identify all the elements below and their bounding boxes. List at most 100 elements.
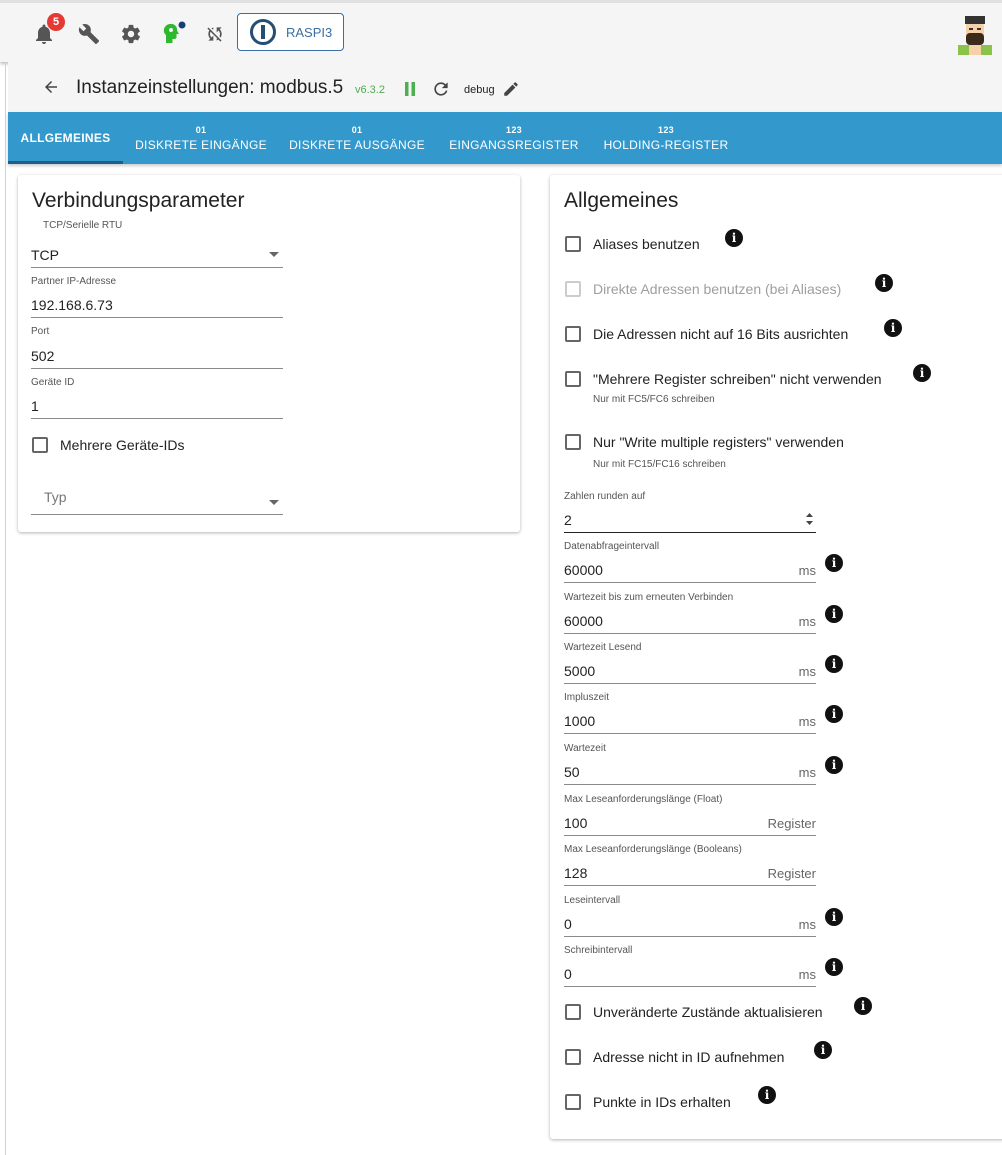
tab-badge: 123	[506, 125, 522, 135]
numeric-setting-field[interactable]: Max Leseanforderungslänge (Float) 100 Regi…	[564, 794, 816, 836]
tab-diskrete-eingaenge[interactable]: 01 DISKRETE EINGÄNGE	[132, 112, 270, 164]
info-icon[interactable]: i	[875, 274, 893, 292]
type-select[interactable]: Typ	[31, 482, 283, 515]
pause-icon[interactable]	[404, 82, 416, 101]
field-label: Geräte ID	[31, 377, 75, 388]
info-icon[interactable]: i	[825, 655, 843, 673]
info-icon[interactable]: i	[825, 554, 843, 572]
field-label: Max Leseanforderungslänge (Booleans)	[564, 844, 742, 855]
tab-allgemeines[interactable]: ALLGEMEINES	[8, 112, 123, 164]
checkbox-box[interactable]	[565, 326, 581, 342]
field-unit: ms	[798, 967, 816, 982]
checkbox-box[interactable]	[565, 1049, 581, 1065]
info-icon[interactable]: i	[814, 1041, 832, 1059]
number-stepper-icon[interactable]	[805, 512, 814, 526]
only-multi-write-checkbox[interactable]: Nur "Write multiple registers" verwenden	[565, 434, 844, 450]
checkbox-box[interactable]	[565, 1004, 581, 1020]
checkbox-label: Aliases benutzen	[593, 236, 700, 252]
tab-holding-register[interactable]: 123 HOLDING-REGISTER	[601, 112, 731, 164]
field-value: 60000	[564, 613, 603, 629]
numeric-setting-field[interactable]: Wartezeit Lesend 5000 ms	[564, 642, 816, 684]
tab-label: EINGANGSREGISTER	[449, 138, 579, 152]
info-icon[interactable]: i	[825, 958, 843, 976]
field-label: Wartezeit bis zum erneuten Verbinden	[564, 592, 734, 603]
field-value: 5000	[564, 663, 596, 679]
info-icon[interactable]: i	[884, 319, 902, 337]
notification-badge: 5	[47, 13, 65, 31]
hint-text: Nur mit FC15/FC16 schreiben	[593, 459, 726, 470]
info-icon[interactable]: i	[825, 605, 843, 623]
info-icon[interactable]: i	[825, 908, 843, 926]
sync-off-icon[interactable]	[202, 21, 228, 47]
field-label: Impluszeit	[564, 692, 610, 703]
numeric-setting-field[interactable]: Wartezeit bis zum erneuten Verbinden 6000…	[564, 592, 816, 634]
avatar[interactable]	[955, 13, 995, 55]
checkbox-label: Direkte Adressen benutzen (bei Aliases)	[593, 281, 842, 297]
info-icon[interactable]: i	[825, 705, 843, 723]
no-address-in-id-checkbox[interactable]: Adresse nicht in ID aufnehmen	[565, 1049, 784, 1065]
checkbox-box[interactable]	[565, 236, 581, 252]
tab-eingangsregister[interactable]: 123 EINGANGSREGISTER	[449, 112, 579, 164]
tab-diskrete-ausgaenge[interactable]: 01 DISKRETE AUSGÄNGE	[288, 112, 426, 164]
checkbox-box[interactable]	[565, 371, 581, 387]
round-field[interactable]: Zahlen runden auf 2	[564, 491, 816, 533]
tab-bar: ALLGEMEINES 01 DISKRETE EINGÄNGE 01 DISK…	[8, 112, 1002, 164]
field-value: 60000	[564, 562, 603, 578]
info-icon[interactable]: i	[913, 364, 931, 382]
reload-icon[interactable]	[431, 79, 451, 104]
info-icon[interactable]: i	[725, 229, 743, 247]
field-label: Schreibintervall	[564, 945, 633, 956]
checkbox-box[interactable]	[565, 1094, 581, 1110]
caret-down-icon	[269, 500, 279, 505]
checkbox-label: Unveränderte Zustände aktualisieren	[593, 1004, 823, 1020]
tab-badge: 123	[658, 125, 674, 135]
update-unchanged-checkbox[interactable]: Unveränderte Zustände aktualisieren	[565, 1004, 823, 1020]
mode-select[interactable]: TCP	[31, 237, 283, 268]
field-unit: Register	[767, 816, 816, 831]
tab-label: DISKRETE AUSGÄNGE	[289, 138, 425, 152]
numeric-setting-field[interactable]: Schreibintervall 0 ms	[564, 945, 816, 987]
info-icon[interactable]: i	[825, 756, 843, 774]
numeric-setting-field[interactable]: Impluszeit 1000 ms	[564, 692, 816, 734]
field-label: Datenabfrageintervall	[564, 541, 660, 552]
gear-icon[interactable]	[118, 21, 144, 47]
general-settings-card: Allgemeines Aliases benutzen i Direkte A…	[550, 175, 1002, 1139]
mode-value: TCP	[31, 247, 59, 263]
tab-label: HOLDING-REGISTER	[603, 138, 729, 152]
field-value: 502	[31, 348, 55, 364]
tab-badge: 01	[195, 125, 207, 135]
port-field[interactable]: Port 502	[31, 326, 283, 369]
checkbox-label: Punkte in IDs erhalten	[593, 1094, 731, 1110]
numeric-setting-field[interactable]: Datenabfrageintervall 60000 ms	[564, 541, 816, 583]
numeric-setting-field[interactable]: Max Leseanforderungslänge (Booleans) 128 R…	[564, 844, 816, 886]
field-label: Partner IP-Adresse	[31, 276, 117, 287]
keep-dots-checkbox[interactable]: Punkte in IDs erhalten	[565, 1094, 731, 1110]
host-label: RASPI3	[286, 24, 333, 40]
field-label: Wartezeit	[564, 743, 606, 754]
checkbox-box[interactable]	[32, 437, 48, 453]
no-align-checkbox[interactable]: Die Adressen nicht auf 16 Bits ausrichte…	[565, 326, 848, 342]
field-value: 2	[564, 512, 572, 528]
expert-mode-icon[interactable]	[160, 21, 186, 47]
field-value: 1000	[564, 713, 596, 729]
multiple-device-ids-checkbox[interactable]: Mehrere Geräte-IDs	[32, 437, 184, 453]
device-id-field[interactable]: Geräte ID 1	[31, 377, 283, 419]
checkbox-label: Mehrere Geräte-IDs	[60, 437, 185, 453]
info-icon[interactable]: i	[758, 1086, 776, 1104]
info-icon[interactable]: i	[854, 997, 872, 1015]
field-value: 128	[564, 865, 588, 881]
no-multi-write-checkbox[interactable]: "Mehrere Register schreiben" nicht verwe…	[565, 371, 882, 387]
arrow-left-icon[interactable]	[42, 78, 60, 101]
page-border	[5, 62, 6, 1155]
wrench-icon[interactable]	[76, 21, 102, 47]
numeric-setting-field[interactable]: Wartezeit 50 ms	[564, 743, 816, 785]
numeric-setting-field[interactable]: Leseintervall 0 ms	[564, 895, 816, 937]
field-unit: ms	[798, 714, 816, 729]
host-button[interactable]: RASPI3	[237, 13, 344, 51]
tab-label: DISKRETE EINGÄNGE	[135, 138, 267, 152]
type-placeholder: Typ	[44, 489, 67, 505]
ip-address-field[interactable]: Partner IP-Adresse 192.168.6.73	[31, 276, 283, 318]
pencil-icon[interactable]	[502, 80, 520, 103]
checkbox-box[interactable]	[565, 434, 581, 450]
aliases-checkbox[interactable]: Aliases benutzen	[565, 236, 700, 252]
